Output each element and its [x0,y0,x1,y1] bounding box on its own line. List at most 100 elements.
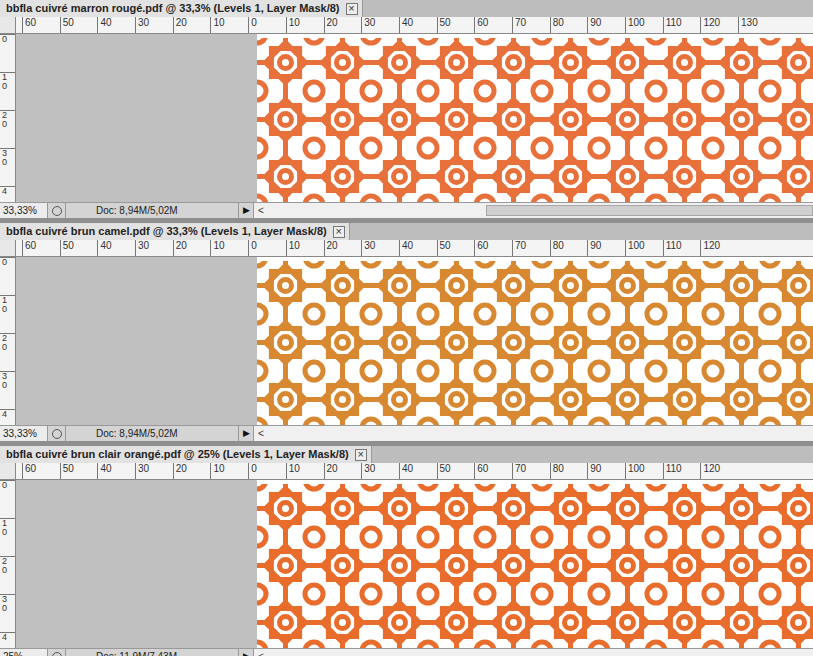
status-menu-button[interactable]: ▶ [239,649,253,656]
close-button[interactable]: × [333,226,345,238]
ruler-label: 30 [361,240,399,256]
zoom-field[interactable]: 25% [0,649,48,656]
zoom-field[interactable]: 33,33% [0,203,48,218]
doc-size: Doc: 8,94M/5,02M [66,426,239,441]
status-menu-button[interactable]: ▶ [239,426,253,441]
ruler-label: 30 [0,148,15,186]
ruler-label: 10 [0,295,15,333]
ruler-label: 10 [0,72,15,110]
status-menu-button[interactable]: ▶ [239,203,253,218]
ruler-label: 4 [0,409,15,425]
horizontal-scrollbar[interactable]: < [253,203,813,218]
ruler-label: 60 [474,240,512,256]
ruler-label: 60 [22,240,60,256]
ruler-label: 110 [663,240,701,256]
ruler-label: 0 [0,480,15,518]
ruler-label: 40 [399,17,437,33]
ruler-corner [0,240,16,256]
status-icon[interactable] [48,203,66,218]
ruler-label: 40 [399,240,437,256]
pattern-image [257,34,813,202]
ruler-label: 4 [0,632,15,648]
ruler-label: 110 [663,463,701,479]
ruler-label: 90 [587,17,625,33]
ruler-label: 60 [22,463,60,479]
ruler-label: 10 [210,17,248,33]
ruler-label: 20 [324,17,362,33]
ruler-label: 120 [700,17,738,33]
ruler-label: 10 [286,240,324,256]
pattern-image [257,257,813,425]
ruler-label: 10 [0,518,15,556]
document-window: bbfla cuivré marron rougé.pdf @ 33,3% (L… [0,0,813,218]
ruler-label: 30 [0,371,15,409]
scroll-left-button[interactable]: < [254,652,268,656]
ruler-label: 20 [173,17,211,33]
vertical-ruler: 01020304 [0,480,16,648]
scroll-track[interactable] [268,203,813,218]
ruler-label: 50 [60,463,98,479]
ruler-label: 30 [361,17,399,33]
ruler-label: 90 [587,240,625,256]
ruler-corner [0,17,16,33]
ruler-label: 20 [0,333,15,371]
title-bar: bbfla cuivré brun camel.pdf @ 33,3% (Lev… [0,223,813,240]
canvas[interactable] [257,34,813,202]
horizontal-ruler: 6050403020100102030405060708090100110120 [0,463,813,480]
ruler-label: 60 [474,463,512,479]
ruler-label: 100 [625,240,663,256]
ruler-label: 20 [173,463,211,479]
pasteboard [16,480,257,648]
ruler-corner [0,463,16,479]
ruler-label: 50 [437,240,475,256]
ruler-label: 20 [173,240,211,256]
ruler-label: 50 [437,463,475,479]
scroll-track[interactable] [268,649,813,656]
ruler-label: 10 [210,463,248,479]
zoom-field[interactable]: 33,33% [0,426,48,441]
scroll-thumb[interactable] [486,205,813,216]
ruler-label: 20 [324,240,362,256]
pasteboard [16,257,257,425]
ruler-label: 40 [97,17,135,33]
ruler-label: 0 [248,240,286,256]
ruler-label: 120 [700,463,738,479]
ruler-label: 20 [0,110,15,148]
ruler-label: 70 [512,463,550,479]
photoshop-workspace: bbfla cuivré marron rougé.pdf @ 33,3% (L… [0,0,813,656]
close-button[interactable]: × [355,449,367,461]
canvas[interactable] [257,480,813,648]
vertical-ruler: 01020304 [0,257,16,425]
title-bar: bbfla cuivré marron rougé.pdf @ 33,3% (L… [0,0,813,17]
status-icon[interactable] [48,649,66,656]
ruler-label: 30 [135,463,173,479]
ruler-label: 30 [135,240,173,256]
status-icon[interactable] [48,426,66,441]
document-tab[interactable]: bbfla cuivré brun clair orangé.pdf @ 25%… [0,446,372,463]
ruler-label: 70 [512,240,550,256]
vertical-ruler: 01020304 [0,34,16,202]
status-bar: 25% Doc: 11,9M/7,43M▶< [0,648,813,656]
ruler-label: 0 [248,17,286,33]
document-tab[interactable]: bbfla cuivré marron rougé.pdf @ 33,3% (L… [0,0,363,17]
document-window: bbfla cuivré brun clair orangé.pdf @ 25%… [0,446,813,656]
horizontal-scrollbar[interactable]: < [253,426,813,441]
close-button[interactable]: × [346,3,358,15]
ruler-label: 130 [738,17,776,33]
ruler-label: 50 [60,17,98,33]
ruler-label: 70 [512,17,550,33]
canvas[interactable] [257,257,813,425]
title-bar: bbfla cuivré brun clair orangé.pdf @ 25%… [0,446,813,463]
pattern-image [257,480,813,648]
horizontal-scrollbar[interactable]: < [253,649,813,656]
ruler-label: 0 [248,463,286,479]
doc-size: Doc: 11,9M/7,43M [66,649,239,656]
ruler-label: 40 [97,463,135,479]
scroll-track[interactable] [268,426,813,441]
ruler-label: 80 [550,240,588,256]
ruler-label: 10 [210,240,248,256]
scroll-left-button[interactable]: < [254,206,268,216]
scroll-left-button[interactable]: < [254,429,268,439]
document-tab[interactable]: bbfla cuivré brun camel.pdf @ 33,3% (Lev… [0,223,350,240]
ruler-label: 20 [324,463,362,479]
